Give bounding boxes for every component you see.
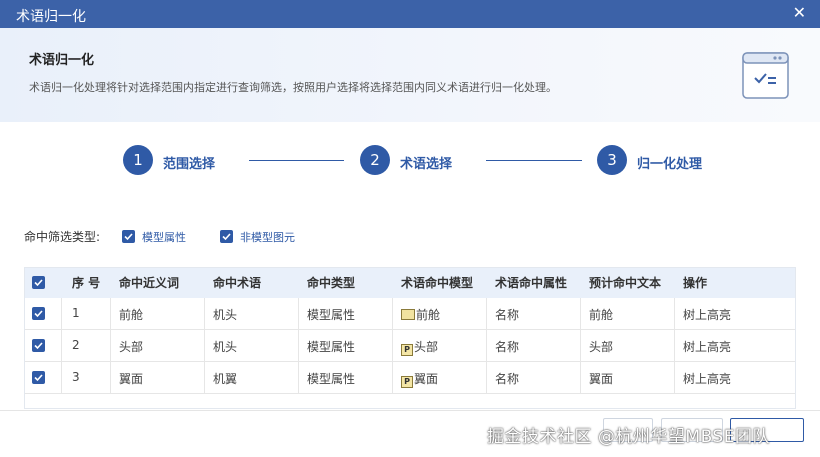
step-1-number: 1 — [123, 145, 153, 175]
filter-label: 命中筛选类型: — [24, 230, 101, 244]
step-connector — [486, 160, 582, 161]
window-titlebar: 术语归一化 ✕ — [0, 0, 820, 28]
window-title: 术语归一化 — [16, 9, 86, 25]
header-description: 术语归一化处理将针对选择范围内指定进行查询筛选，按照用户选择将选择范围内同义术语… — [29, 81, 557, 94]
step-2-number: 2 — [360, 145, 390, 175]
cell-index: 2 — [72, 338, 80, 352]
row-checkbox[interactable] — [32, 371, 45, 384]
cell-synonym: 头部 — [119, 340, 144, 354]
select-all-checkbox[interactable] — [32, 276, 45, 289]
cell-hit-type: 模型属性 — [307, 340, 356, 354]
row-checkbox[interactable] — [32, 307, 45, 320]
watermark: 掘金技术社区 @杭州华望MBSE团队 — [487, 427, 770, 447]
part-p-icon: P — [401, 376, 413, 388]
column-header-synonym: 命中近义词 — [119, 276, 180, 290]
cell-model-label: 前舱 — [416, 308, 441, 322]
header-title: 术语归一化 — [29, 53, 95, 68]
cell-synonym: 前舱 — [119, 308, 144, 322]
cell-term: 机翼 — [213, 372, 238, 386]
wizard-steps: 1 范围选择 2 术语选择 3 归一化处理 — [0, 122, 820, 202]
column-header-term: 命中术语 — [213, 276, 262, 290]
table-header-row: 序 号 命中近义词 命中术语 命中类型 术语命中模型 术语命中属性 预计命中文本… — [24, 267, 796, 298]
column-header-expected-text: 预计命中文本 — [589, 276, 662, 290]
cell-index: 1 — [72, 306, 80, 320]
footer-divider — [0, 410, 820, 411]
filter-option-label: 非模型图元 — [240, 231, 295, 244]
checkbox-checked-icon[interactable] — [220, 230, 233, 243]
cell-expected-text: 翼面 — [589, 372, 614, 386]
step-2-label: 术语选择 — [400, 157, 453, 172]
checklist-window-icon — [742, 52, 789, 99]
table-empty-area — [24, 394, 796, 410]
cell-model: P 翼面 — [401, 362, 438, 393]
column-header-index: 序 号 — [72, 276, 101, 290]
cell-attribute: 名称 — [495, 308, 520, 322]
hit-filter: 命中筛选类型: 模型属性 非模型图元 — [24, 227, 424, 245]
highlight-in-tree-link[interactable]: 树上高亮 — [683, 298, 731, 329]
row-checkbox[interactable] — [32, 339, 45, 352]
cell-hit-type: 模型属性 — [307, 372, 356, 386]
column-header-hit-type: 命中类型 — [307, 276, 356, 290]
checkbox-checked-icon[interactable] — [122, 230, 135, 243]
filter-option-label: 模型属性 — [142, 231, 186, 244]
cell-index: 3 — [72, 370, 80, 384]
cell-attribute: 名称 — [495, 372, 520, 386]
step-1-label: 范围选择 — [163, 157, 216, 172]
step-connector — [249, 160, 344, 161]
column-header-action: 操作 — [683, 276, 708, 290]
cell-model-label: 头部 — [414, 340, 439, 354]
cell-synonym: 翼面 — [119, 372, 144, 386]
highlight-in-tree-link[interactable]: 树上高亮 — [683, 362, 731, 393]
table-row[interactable]: 3 翼面 机翼 模型属性 P 翼面 名称 翼面 树上高亮 — [24, 362, 796, 394]
cell-attribute: 名称 — [495, 340, 520, 354]
table-row[interactable]: 1 前舱 机头 模型属性 前舱 名称 前舱 树上高亮 — [24, 298, 796, 330]
step-3-label: 归一化处理 — [637, 157, 703, 172]
cell-model-label: 翼面 — [414, 372, 439, 386]
cell-model: 前舱 — [401, 298, 440, 329]
close-icon[interactable]: ✕ — [793, 4, 806, 22]
cell-term: 机头 — [213, 308, 238, 322]
cell-term: 机头 — [213, 340, 238, 354]
highlight-in-tree-link[interactable]: 树上高亮 — [683, 330, 731, 361]
block-icon — [401, 309, 415, 320]
column-header-attribute: 术语命中属性 — [495, 276, 568, 290]
part-p-icon: P — [401, 344, 413, 356]
column-header-model: 术语命中模型 — [401, 276, 474, 290]
table-row[interactable]: 2 头部 机头 模型属性 P 头部 名称 头部 树上高亮 — [24, 330, 796, 362]
cell-expected-text: 头部 — [589, 340, 614, 354]
cell-hit-type: 模型属性 — [307, 308, 356, 322]
cell-model: P 头部 — [401, 330, 438, 361]
term-hit-table: 序 号 命中近义词 命中术语 命中类型 术语命中模型 术语命中属性 预计命中文本… — [24, 267, 796, 410]
step-3-number: 3 — [597, 145, 627, 175]
cell-expected-text: 前舱 — [589, 308, 614, 322]
dialog-header: 术语归一化 术语归一化处理将针对选择范围内指定进行查询筛选，按照用户选择将选择范… — [0, 28, 820, 122]
